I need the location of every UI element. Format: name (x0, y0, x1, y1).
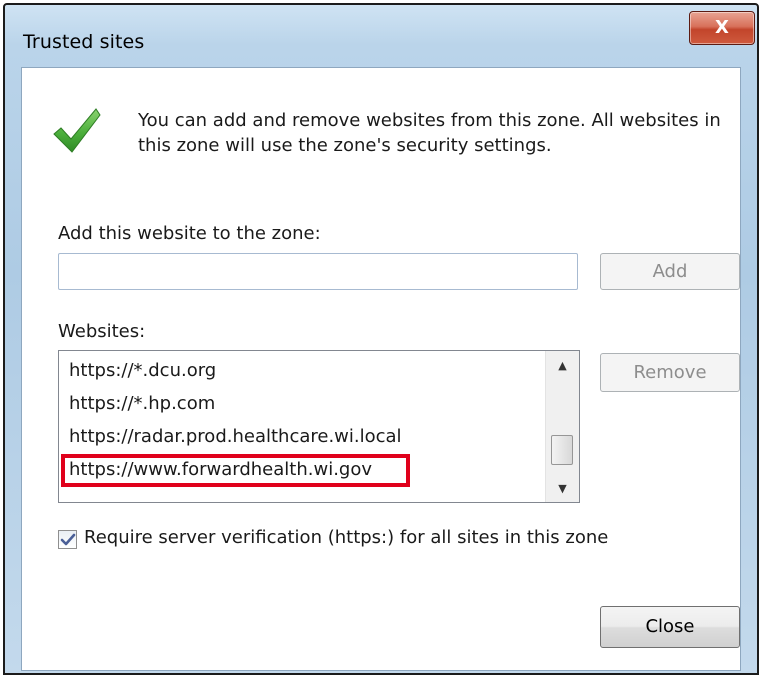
scroll-thumb[interactable] (551, 435, 573, 465)
websites-label: Websites: (58, 321, 146, 342)
add-button[interactable]: Add (600, 253, 740, 290)
scroll-up-arrow-icon[interactable]: ▲ (546, 355, 579, 377)
annotation-highlight-box (61, 454, 410, 487)
list-item[interactable]: https://*.hp.com (69, 393, 215, 414)
scroll-down-arrow-icon[interactable]: ▼ (546, 478, 579, 500)
https-verification-checkbox[interactable] (58, 530, 77, 549)
intro-text: You can add and remove websites from thi… (138, 110, 721, 156)
checkmark-icon (60, 533, 76, 546)
remove-button[interactable]: Remove (600, 353, 740, 392)
title-bar[interactable]: Trusted sites X (5, 5, 757, 61)
trusted-sites-dialog: Trusted sites X You can add and remove w… (3, 3, 759, 675)
list-item[interactable]: https://*.dcu.org (69, 360, 216, 381)
close-button[interactable]: Close (600, 606, 740, 648)
add-website-label: Add this website to the zone: (58, 223, 321, 244)
close-icon: X (715, 17, 729, 38)
https-verification-label[interactable]: Require server verification (https:) for… (84, 527, 608, 548)
window-close-button[interactable]: X (689, 11, 755, 45)
websites-list[interactable]: https://*.dcu.org https://*.hp.com https… (58, 350, 580, 503)
list-item[interactable]: https://radar.prod.healthcare.wi.local (69, 426, 402, 447)
dialog-body: You can add and remove websites from thi… (21, 67, 741, 671)
add-website-input[interactable] (58, 253, 578, 290)
green-checkmark-icon (53, 108, 101, 153)
websites-scrollbar[interactable]: ▲ ▼ (545, 351, 579, 502)
window-title: Trusted sites (23, 31, 145, 53)
